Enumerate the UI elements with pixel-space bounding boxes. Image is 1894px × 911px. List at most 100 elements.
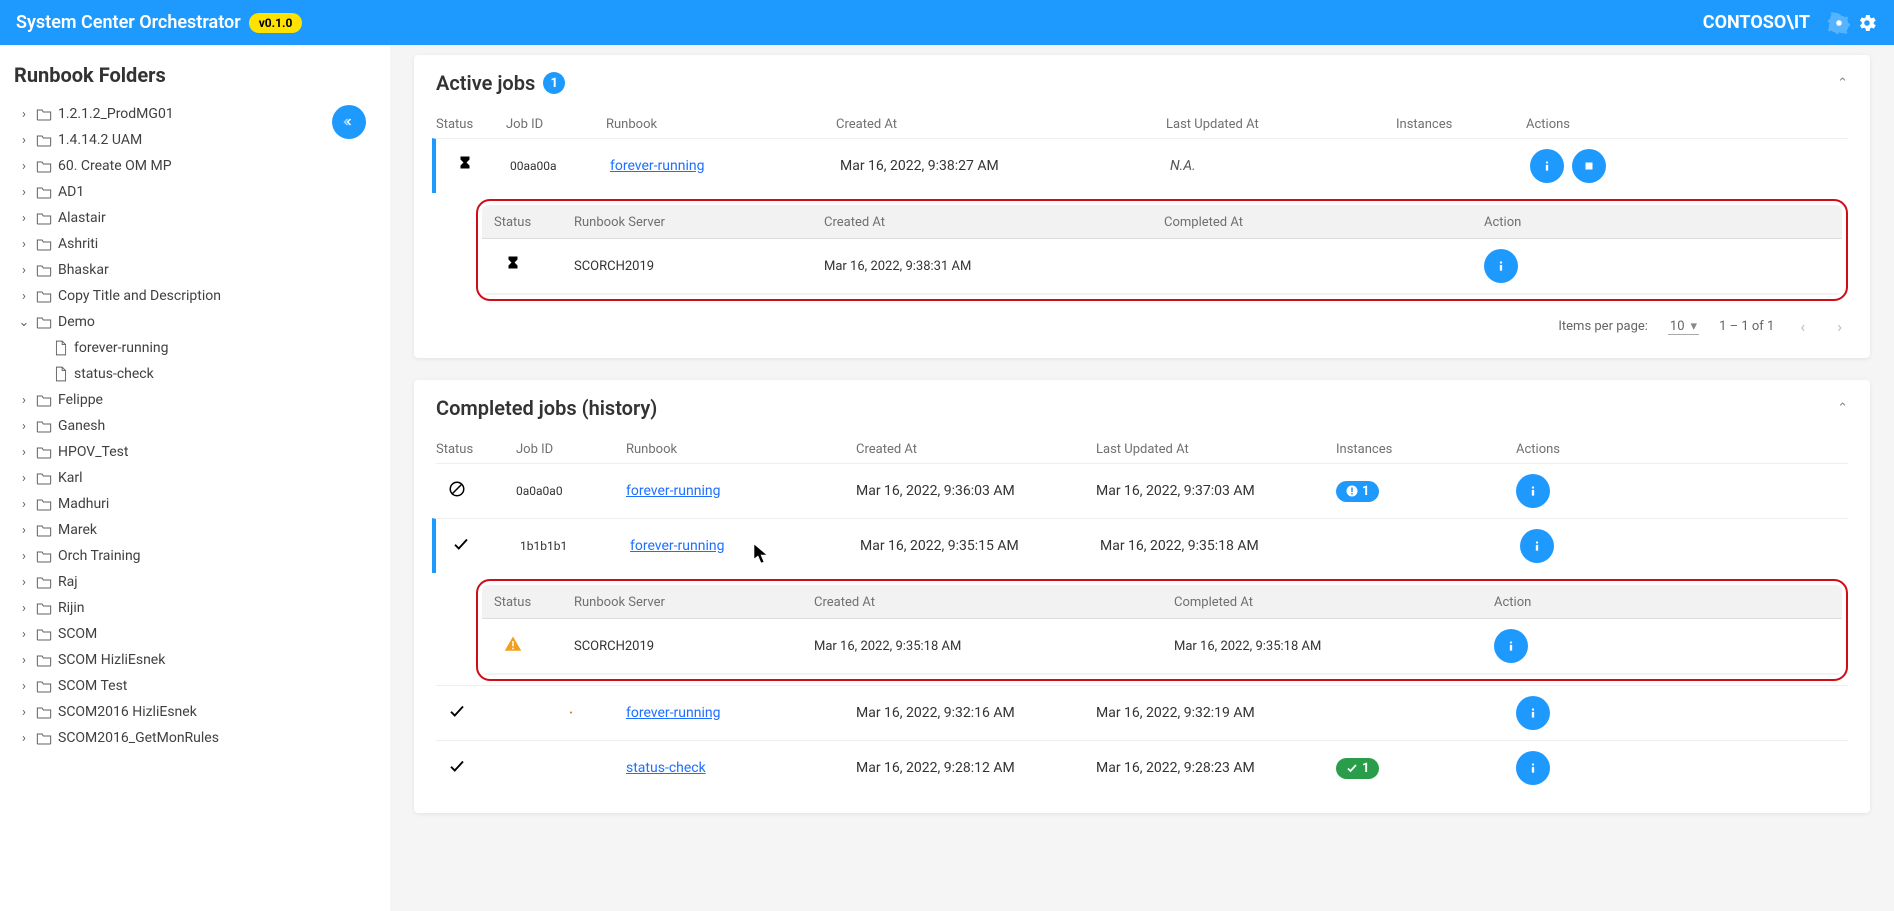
sidebar-item[interactable]: ›AD1 [10,179,390,205]
instance-pill[interactable]: 1 [1336,481,1379,502]
collapse-panel-icon[interactable]: ⌃ [1837,76,1848,91]
chevron-right-icon[interactable]: › [16,393,32,408]
chevron-right-icon[interactable]: › [16,575,32,590]
sidebar-item[interactable]: ›Karl [10,465,390,491]
chevron-down-icon[interactable]: ⌄ [16,315,32,330]
active-job-row[interactable]: 00aa00a forever-running Mar 16, 2022, 9:… [432,138,1848,193]
settings-icon[interactable] [1828,12,1850,34]
completed-job-row[interactable]: status-check Mar 16, 2022, 9:28:12 AM Ma… [436,740,1848,795]
sidebar-item[interactable]: ›SCOM Test [10,673,390,699]
n-created: Mar 16, 2022, 9:38:31 AM [824,259,1164,274]
chevron-right-icon[interactable]: › [16,263,32,278]
server-name: SCORCH2019 [574,259,824,274]
ncol-server: Runbook Server [574,215,824,230]
sidebar-item[interactable]: › 1.4.14.2 UAM [10,127,390,153]
collapse-sidebar-button[interactable] [332,105,366,139]
created-at: Mar 16, 2022, 9:28:12 AM [856,760,1096,776]
chevron-right-icon[interactable]: › [16,133,32,148]
chevron-right-icon[interactable]: › [16,211,32,226]
runbook-link[interactable]: forever-running [626,705,856,721]
folder-label: Demo [58,314,95,330]
folder-icon [36,263,52,277]
sidebar-item[interactable]: ›60. Create OM MP [10,153,390,179]
sidebar-item[interactable]: ›Copy Title and Description [10,283,390,309]
info-button[interactable] [1520,529,1554,563]
chevron-right-icon[interactable]: › [16,601,32,616]
folder-label: Orch Training [58,548,141,564]
prev-page-button[interactable]: ‹ [1794,317,1811,336]
sidebar-item[interactable]: ›SCOM2016 HizliEsnek [10,699,390,725]
collapse-panel-icon[interactable]: ⌃ [1837,401,1848,416]
completed-job-row[interactable]: 0a0a0a0 forever-running Mar 16, 2022, 9:… [436,463,1848,518]
folder-label: Felippe [58,392,103,408]
folder-icon [36,601,52,615]
folder-label: SCOM2016_GetMonRules [58,730,219,746]
chevron-right-icon[interactable]: › [16,471,32,486]
info-button[interactable] [1494,629,1528,663]
next-page-button[interactable]: › [1831,317,1848,336]
info-button[interactable] [1516,696,1550,730]
sidebar-item[interactable]: ›HPOV_Test [10,439,390,465]
folder-icon [36,679,52,693]
info-button[interactable] [1516,751,1550,785]
folder-icon [36,419,52,433]
chevron-right-icon[interactable]: › [16,627,32,642]
chevron-right-icon[interactable]: › [16,549,32,564]
chevron-right-icon[interactable]: › [16,159,32,174]
folder-label: 1.4.14.2 UAM [58,132,142,148]
completed-job-row[interactable]: 1b1b1b1 forever-running Mar 16, 2022, 9:… [432,518,1848,573]
chevron-right-icon[interactable]: › [16,731,32,746]
server-name: SCORCH2019 [574,639,814,654]
chevron-right-icon[interactable]: › [16,523,32,538]
info-button[interactable] [1484,249,1518,283]
chevron-right-icon[interactable]: › [16,419,32,434]
sidebar-item[interactable]: › SCOM2016_GetMonRules [10,725,390,751]
col-actions: Actions [1526,117,1726,132]
sidebar-file[interactable]: forever-running [10,335,390,361]
gear-icon[interactable] [1856,12,1878,34]
info-button[interactable] [1530,149,1564,183]
sidebar-item[interactable]: ›SCOM [10,621,390,647]
sidebar-item[interactable]: › Orch Training [10,543,390,569]
runbook-link[interactable]: forever-running [610,158,840,174]
info-button[interactable] [1516,474,1550,508]
sidebar-item[interactable]: ›SCOM HizliEsnek [10,647,390,673]
runbook-link[interactable]: forever-running [630,538,860,554]
chevron-right-icon[interactable]: › [16,679,32,694]
sidebar-file[interactable]: status-check [10,361,390,387]
sidebar-item[interactable]: ›Madhuri [10,491,390,517]
completed-job-row[interactable]: · forever-running Mar 16, 2022, 9:32:16 … [436,685,1848,740]
user-label: CONTOSO\IT [1703,12,1810,33]
sidebar-item[interactable]: › Marek [10,517,390,543]
ncol-action: Action [1494,595,1674,610]
chevron-right-icon[interactable]: › [16,497,32,512]
sidebar-item[interactable]: ›Rijin [10,595,390,621]
nested-row[interactable]: SCORCH2019 Mar 16, 2022, 9:35:18 AM Mar … [482,618,1842,673]
page-size-select[interactable]: 10 ▾ [1668,319,1699,335]
sidebar-item[interactable]: ›Alastair [10,205,390,231]
chevron-right-icon[interactable]: › [16,445,32,460]
chevron-right-icon[interactable]: › [16,653,32,668]
folder-icon [36,315,52,329]
chevron-right-icon[interactable]: › [16,705,32,720]
sidebar-item[interactable]: ⌄ Demo [10,309,390,335]
stop-button[interactable] [1572,149,1606,183]
chevron-right-icon[interactable]: › [16,289,32,304]
runbook-link[interactable]: forever-running [626,483,856,499]
runbook-link[interactable]: status-check [626,760,856,776]
folder-label: Marek [58,522,97,538]
sidebar-item[interactable]: › Felippe [10,387,390,413]
instance-pill[interactable]: 1 [1336,758,1379,779]
sidebar-item[interactable]: ›Raj [10,569,390,595]
chevron-right-icon[interactable]: › [16,237,32,252]
sidebar-item[interactable]: ›Bhaskar [10,257,390,283]
nested-row[interactable]: SCORCH2019 Mar 16, 2022, 9:38:31 AM [482,238,1842,293]
folder-tree[interactable]: ›1.2.1.2_ProdMG01›1.4.14.2 UAM›60. Creat… [0,97,390,903]
sidebar-item[interactable]: ›Ganesh [10,413,390,439]
hourglass-icon [494,255,574,277]
chevron-right-icon[interactable]: › [16,185,32,200]
col-jobid: Job ID [516,442,626,457]
sidebar-item[interactable]: ›Ashriti [10,231,390,257]
chevron-right-icon[interactable]: › [16,107,32,122]
folder-icon [36,549,52,563]
